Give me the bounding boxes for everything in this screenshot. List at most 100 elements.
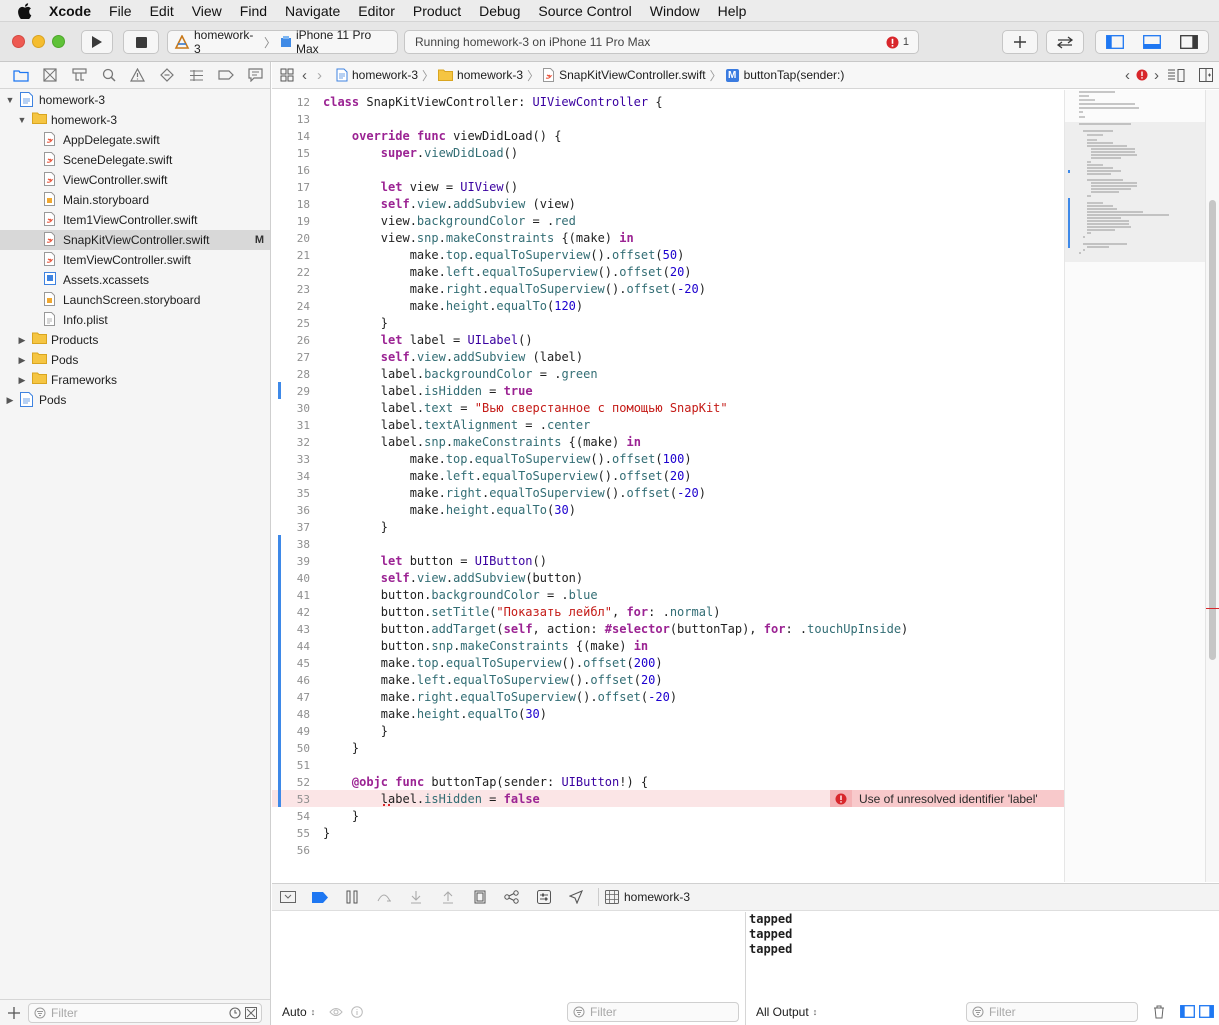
code-line[interactable]: button.setTitle("Показать лейбл", for: .… <box>323 605 721 619</box>
navigator-row[interactable]: ▼ homework-3 <box>0 110 270 130</box>
code-line[interactable]: view.backgroundColor = .red <box>323 214 576 228</box>
step-into-icon[interactable] <box>400 883 432 911</box>
test-navigator-tab-icon[interactable] <box>153 65 182 85</box>
navigator-row[interactable]: Assets.xcassets <box>0 270 270 290</box>
navigator-row[interactable]: SnapKitViewController.swift M <box>0 230 270 250</box>
breadcrumb-file[interactable]: SnapKitViewController.swift <box>543 68 706 82</box>
code-line[interactable]: make.height.equalTo(30) <box>323 707 547 721</box>
recent-files-icon[interactable] <box>229 1006 241 1019</box>
error-count[interactable]: 1 <box>903 36 909 48</box>
code-line[interactable]: super.viewDidLoad() <box>323 146 518 160</box>
menu-editor[interactable]: Editor <box>349 3 404 19</box>
code-line[interactable]: button.snp.makeConstraints {(make) in <box>323 639 648 653</box>
code-line[interactable]: } <box>323 724 388 738</box>
navigator-row[interactable]: Info.plist <box>0 310 270 330</box>
hide-debug-area-icon[interactable] <box>272 883 304 911</box>
code-line[interactable]: make.right.equalToSuperview().offset(-20… <box>323 690 677 704</box>
code-line[interactable]: override func viewDidLoad() { <box>323 129 562 143</box>
step-out-icon[interactable] <box>432 883 464 911</box>
related-items-icon[interactable] <box>280 68 294 82</box>
navigator-row[interactable]: ▶ Frameworks <box>0 370 270 390</box>
add-editor-icon[interactable] <box>1199 68 1213 82</box>
add-file-icon[interactable] <box>8 1006 20 1019</box>
code-line[interactable]: let button = UIButton() <box>323 554 547 568</box>
simulate-location-icon[interactable] <box>560 883 592 911</box>
process-name[interactable]: homework-3 <box>624 890 690 904</box>
disclosure-closed-icon[interactable]: ▶ <box>16 335 28 346</box>
navigator-row[interactable]: AppDelegate.swift <box>0 130 270 150</box>
navigator-row[interactable]: ViewController.swift <box>0 170 270 190</box>
code-line[interactable]: make.height.equalTo(120) <box>323 299 583 313</box>
navigator-row[interactable]: ▶ Pods <box>0 390 270 410</box>
memory-graph-icon[interactable] <box>496 883 528 911</box>
navigator-filter-input[interactable]: Filter <box>28 1002 262 1023</box>
breakpoints-active-icon[interactable] <box>304 883 336 911</box>
minimap[interactable] <box>1064 90 1205 882</box>
code-line[interactable]: let label = UILabel() <box>323 333 533 347</box>
zoom-window-button[interactable] <box>52 35 65 48</box>
menu-debug[interactable]: Debug <box>470 3 529 19</box>
navigator-row[interactable]: ▶ Products <box>0 330 270 350</box>
code-line[interactable]: view.snp.makeConstraints {(make) in <box>323 231 634 245</box>
menu-find[interactable]: Find <box>231 3 276 19</box>
navigator-row[interactable]: ItemViewController.swift <box>0 250 270 270</box>
go-back-icon[interactable]: ‹ <box>302 67 307 84</box>
menu-navigate[interactable]: Navigate <box>276 3 349 19</box>
code-line[interactable]: label.isHidden = true <box>323 384 533 398</box>
environment-overrides-icon[interactable] <box>528 883 560 911</box>
code-line[interactable]: make.top.equalToSuperview().offset(50) <box>323 248 685 262</box>
change-indicator[interactable] <box>278 382 281 399</box>
disclosure-closed-icon[interactable]: ▶ <box>16 375 28 386</box>
go-forward-icon[interactable]: › <box>317 67 322 84</box>
code-line[interactable]: make.height.equalTo(30) <box>323 503 576 517</box>
console-output-selector[interactable]: All Output ↕ <box>756 1005 817 1019</box>
change-indicator[interactable] <box>278 535 281 807</box>
pause-icon[interactable] <box>336 883 368 911</box>
disclosure-closed-icon[interactable]: ▶ <box>4 395 16 406</box>
code-line[interactable]: make.left.equalToSuperview().offset(20) <box>323 469 692 483</box>
find-navigator-tab-icon[interactable] <box>94 65 123 85</box>
code-line[interactable]: let view = UIView() <box>323 180 518 194</box>
run-button[interactable] <box>81 30 113 54</box>
scheme-selector[interactable]: homework-3 〉 iPhone 11 Pro Max <box>167 28 398 56</box>
toggle-inspector-icon[interactable] <box>1180 35 1199 49</box>
console-view[interactable]: tapped tapped tapped All Output ↕ Filter <box>745 912 1219 1025</box>
error-marker[interactable] <box>1206 608 1219 609</box>
disclosure-closed-icon[interactable]: ▶ <box>16 355 28 366</box>
error-annotation[interactable]: Use of unresolved identifier 'label' <box>830 790 1064 807</box>
editor-scrollbar-thumb[interactable] <box>1209 200 1216 660</box>
code-line[interactable]: label.text = "Вью сверстанное с помощью … <box>323 401 728 415</box>
breadcrumb-project[interactable]: homework-3 <box>336 68 418 82</box>
code-line[interactable]: self.view.addSubview(button) <box>323 571 583 585</box>
library-button[interactable] <box>1002 30 1038 54</box>
code-review-button[interactable] <box>1046 30 1084 54</box>
menu-file[interactable]: File <box>100 3 141 19</box>
breadcrumb-group[interactable]: homework-3 <box>438 68 523 82</box>
project-navigator-tab-icon[interactable] <box>6 65 35 85</box>
show-variables-icon[interactable] <box>1180 1005 1195 1018</box>
show-console-icon[interactable] <box>1199 1005 1214 1018</box>
stop-button[interactable] <box>123 30 159 54</box>
code-line[interactable]: } <box>323 809 359 823</box>
debug-navigator-tab-icon[interactable] <box>182 65 211 85</box>
variables-filter-input[interactable]: Filter <box>567 1002 739 1022</box>
breakpoint-navigator-tab-icon[interactable] <box>211 65 240 85</box>
code-line[interactable]: label.snp.makeConstraints {(make) in <box>323 435 641 449</box>
code-line[interactable]: } <box>323 741 359 755</box>
code-line[interactable]: } <box>323 826 330 840</box>
apple-menu-icon[interactable] <box>18 2 40 19</box>
console-filter-input[interactable]: Filter <box>966 1002 1138 1022</box>
menu-window[interactable]: Window <box>641 3 709 19</box>
previous-issue-icon[interactable]: ‹ <box>1125 67 1130 84</box>
error-badge-icon[interactable] <box>886 36 899 49</box>
symbol-navigator-tab-icon[interactable] <box>65 65 94 85</box>
code-line[interactable]: make.left.equalToSuperview().offset(20) <box>323 673 663 687</box>
code-line[interactable]: label.backgroundColor = .green <box>323 367 598 381</box>
menu-view[interactable]: View <box>183 3 231 19</box>
code-line[interactable]: } <box>323 520 388 534</box>
report-navigator-tab-icon[interactable] <box>241 65 270 85</box>
navigator-row[interactable]: ▼ homework-3 <box>0 90 270 110</box>
source-control-filter-icon[interactable] <box>245 1006 257 1019</box>
menu-product[interactable]: Product <box>404 3 470 19</box>
disclosure-open-icon[interactable]: ▼ <box>4 95 16 105</box>
